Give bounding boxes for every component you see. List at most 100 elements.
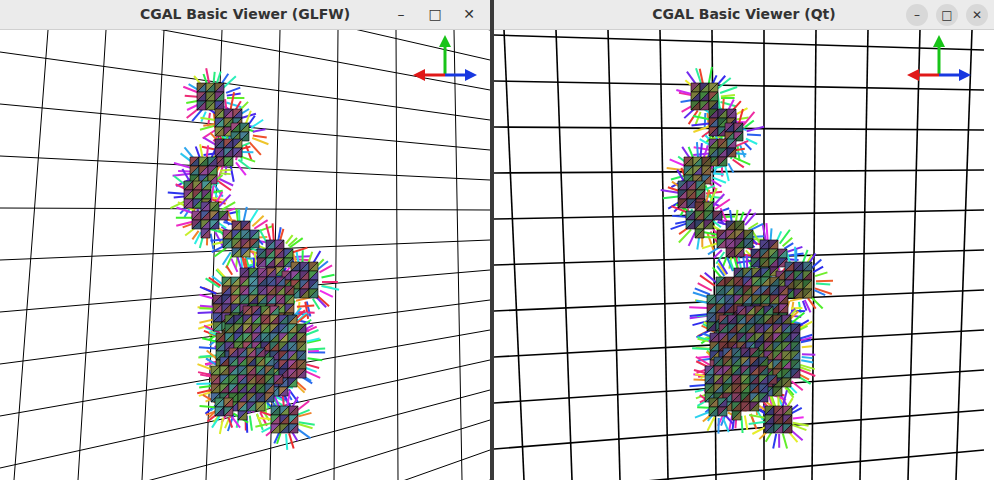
mesh-face	[249, 286, 258, 295]
mesh-face	[238, 375, 247, 384]
normal-line	[253, 129, 266, 132]
mesh-face	[206, 92, 215, 101]
close-button[interactable]: ✕	[966, 4, 988, 26]
normal-line	[206, 411, 216, 414]
normal-line	[709, 67, 712, 83]
mesh-face	[238, 411, 247, 420]
maximize-button[interactable]: □	[936, 4, 958, 26]
mesh-face	[231, 286, 240, 295]
normal-line	[231, 259, 237, 272]
mesh-face	[297, 369, 306, 378]
viewer-window[interactable]: CGAL Basic Viewer (GLFW)–□✕	[0, 0, 490, 480]
mesh-face	[716, 277, 725, 286]
mesh-face	[746, 324, 755, 333]
normal-line	[704, 145, 708, 157]
mesh-face	[279, 315, 288, 324]
normal-line	[305, 368, 316, 372]
title-bar[interactable]: CGAL Basic Viewer (Qt)–□✕	[494, 0, 994, 30]
mesh-face	[238, 384, 247, 393]
mesh-face	[213, 304, 222, 313]
mesh-face	[238, 393, 247, 402]
mesh-face	[764, 324, 773, 333]
mesh-face	[231, 277, 240, 286]
mesh-face	[309, 280, 318, 289]
normal-line	[792, 425, 806, 430]
mesh-face	[184, 181, 193, 190]
mesh-face	[247, 357, 256, 366]
mesh-face	[751, 258, 760, 267]
viewport[interactable]	[0, 30, 490, 480]
mesh-face	[252, 306, 261, 315]
mesh-face	[297, 333, 306, 342]
mesh-face	[691, 101, 700, 110]
mesh-face	[250, 239, 259, 248]
normal-line	[816, 283, 830, 284]
normal-line	[199, 386, 211, 387]
mesh-face	[702, 166, 711, 175]
normal-line	[715, 199, 730, 209]
mesh-face	[716, 286, 725, 295]
normal-line	[241, 151, 253, 153]
maximize-button[interactable]: □	[420, 2, 450, 28]
normal-line	[185, 96, 197, 97]
mesh-face	[760, 240, 769, 249]
mesh-face	[279, 351, 288, 360]
grid-line	[494, 410, 984, 449]
mesh-face	[687, 181, 696, 190]
close-button[interactable]: ✕	[454, 2, 484, 28]
mesh-face	[779, 304, 788, 313]
mesh-face	[261, 315, 270, 324]
minimize-button[interactable]: –	[906, 4, 928, 26]
mesh-face	[258, 286, 267, 295]
mesh-face	[279, 342, 288, 351]
mesh-face	[752, 295, 761, 304]
mesh-face	[215, 83, 224, 92]
viewer-window[interactable]: CGAL Basic Viewer (Qt)–□✕	[494, 0, 994, 480]
mesh-face	[231, 304, 240, 313]
title-bar[interactable]: CGAL Basic Viewer (GLFW)–□✕	[0, 0, 490, 30]
mesh-face	[696, 190, 705, 199]
normal-line	[725, 165, 729, 181]
mesh-face	[803, 280, 812, 289]
mesh-face	[695, 211, 704, 220]
grid-line	[908, 30, 920, 480]
mesh-face	[193, 181, 202, 190]
normal-line	[709, 188, 717, 204]
mesh-face	[785, 271, 794, 280]
mesh-face	[258, 277, 267, 286]
normal-line	[240, 156, 255, 161]
mesh-face	[770, 295, 779, 304]
mesh-face	[232, 239, 241, 248]
normal-line	[273, 223, 274, 240]
minimize-button[interactable]: –	[386, 2, 416, 28]
normal-line	[306, 364, 319, 368]
viewport[interactable]	[494, 30, 994, 480]
normal-line	[745, 213, 756, 225]
mesh-face	[270, 306, 279, 315]
mesh-face	[300, 280, 309, 289]
mesh-face	[696, 190, 705, 199]
mesh-face	[709, 139, 718, 148]
normal-line	[299, 413, 312, 416]
mesh-face	[695, 229, 704, 238]
mesh-face	[192, 220, 201, 229]
normal-line	[697, 142, 698, 157]
normal-line	[260, 230, 267, 243]
mesh-face	[215, 92, 224, 101]
mesh-face	[794, 262, 803, 271]
mesh-face	[725, 123, 734, 132]
mesh-face	[222, 295, 231, 304]
mesh-face	[700, 101, 709, 110]
normal-line	[308, 252, 312, 263]
mesh-face	[215, 101, 224, 110]
mesh-face	[743, 277, 752, 286]
mesh-face	[289, 415, 298, 424]
normal-line	[801, 340, 811, 342]
mesh-face	[678, 190, 687, 199]
mesh-face	[184, 199, 193, 208]
grid-line	[78, 30, 106, 480]
normal-line	[203, 124, 215, 126]
mesh-face	[266, 240, 275, 249]
mesh-face	[215, 83, 224, 92]
mesh-face	[238, 411, 247, 420]
